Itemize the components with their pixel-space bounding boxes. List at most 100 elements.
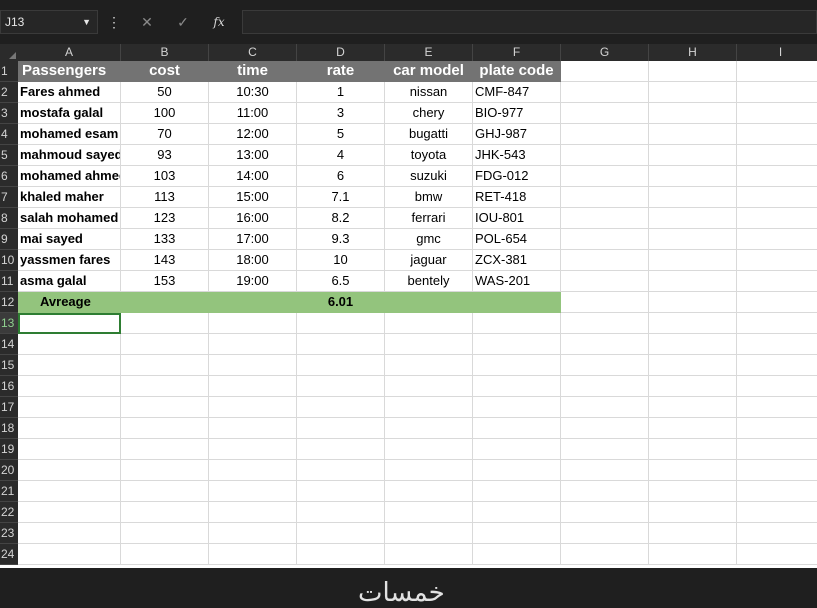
select-all-button[interactable] — [0, 44, 18, 61]
cell-a21[interactable] — [18, 481, 121, 502]
cell-f21[interactable] — [473, 481, 561, 502]
cell-i12[interactable] — [737, 292, 817, 313]
cell-d20[interactable] — [297, 460, 385, 481]
cell-g16[interactable] — [561, 376, 649, 397]
cell-d10[interactable]: 10 — [297, 250, 385, 271]
cell-i7[interactable] — [737, 187, 817, 208]
cell-h24[interactable] — [649, 544, 737, 565]
cell-d5[interactable]: 4 — [297, 145, 385, 166]
cell-e21[interactable] — [385, 481, 473, 502]
cell-e14[interactable] — [385, 334, 473, 355]
cell-h21[interactable] — [649, 481, 737, 502]
cell-b14[interactable] — [121, 334, 209, 355]
cell-i20[interactable] — [737, 460, 817, 481]
row-header-5[interactable]: 5 — [0, 145, 18, 166]
cell-f10[interactable]: ZCX-381 — [473, 250, 561, 271]
cell-h22[interactable] — [649, 502, 737, 523]
cell-e16[interactable] — [385, 376, 473, 397]
cell-a4[interactable]: mohamed esam — [18, 124, 121, 145]
cell-h6[interactable] — [649, 166, 737, 187]
cell-h18[interactable] — [649, 418, 737, 439]
row-header-15[interactable]: 15 — [0, 355, 18, 376]
cell-e4[interactable]: bugatti — [385, 124, 473, 145]
cell-f14[interactable] — [473, 334, 561, 355]
cell-f23[interactable] — [473, 523, 561, 544]
cell-i14[interactable] — [737, 334, 817, 355]
cell-h17[interactable] — [649, 397, 737, 418]
cell-b19[interactable] — [121, 439, 209, 460]
cell-e12[interactable] — [385, 292, 473, 313]
cell-i1[interactable] — [737, 61, 817, 82]
cell-g10[interactable] — [561, 250, 649, 271]
cell-i18[interactable] — [737, 418, 817, 439]
cell-f2[interactable]: CMF-847 — [473, 82, 561, 103]
header-cell-a1[interactable]: Passengers — [18, 61, 121, 82]
cell-a20[interactable] — [18, 460, 121, 481]
cell-i22[interactable] — [737, 502, 817, 523]
row-header-24[interactable]: 24 — [0, 544, 18, 565]
cell-a11[interactable]: asma galal — [18, 271, 121, 292]
average-value-cell[interactable]: 6.01 — [297, 292, 385, 313]
cell-f18[interactable] — [473, 418, 561, 439]
cell-f19[interactable] — [473, 439, 561, 460]
cell-f13[interactable] — [473, 313, 561, 334]
cell-e19[interactable] — [385, 439, 473, 460]
cell-e3[interactable]: chery — [385, 103, 473, 124]
cell-b13[interactable] — [121, 313, 209, 334]
cell-h4[interactable] — [649, 124, 737, 145]
cell-d11[interactable]: 6.5 — [297, 271, 385, 292]
cell-c4[interactable]: 12:00 — [209, 124, 297, 145]
row-header-4[interactable]: 4 — [0, 124, 18, 145]
cell-g20[interactable] — [561, 460, 649, 481]
cell-a17[interactable] — [18, 397, 121, 418]
header-cell-c1[interactable]: time — [209, 61, 297, 82]
cell-g7[interactable] — [561, 187, 649, 208]
cell-e17[interactable] — [385, 397, 473, 418]
cell-i19[interactable] — [737, 439, 817, 460]
cell-g1[interactable] — [561, 61, 649, 82]
cancel-icon[interactable]: ✕ — [137, 12, 157, 32]
name-box[interactable]: J13 ▼ — [0, 10, 98, 34]
cell-b6[interactable]: 103 — [121, 166, 209, 187]
column-header-i[interactable]: I — [737, 44, 817, 61]
cell-c10[interactable]: 18:00 — [209, 250, 297, 271]
row-header-13[interactable]: 13 — [0, 313, 18, 334]
cell-e2[interactable]: nissan — [385, 82, 473, 103]
cell-e7[interactable]: bmw — [385, 187, 473, 208]
cell-b3[interactable]: 100 — [121, 103, 209, 124]
cell-c16[interactable] — [209, 376, 297, 397]
cell-g13[interactable] — [561, 313, 649, 334]
cell-h20[interactable] — [649, 460, 737, 481]
header-cell-d1[interactable]: rate — [297, 61, 385, 82]
cell-h23[interactable] — [649, 523, 737, 544]
enter-icon[interactable]: ✓ — [173, 12, 193, 32]
cell-h19[interactable] — [649, 439, 737, 460]
column-header-e[interactable]: E — [385, 44, 473, 61]
cell-b23[interactable] — [121, 523, 209, 544]
cell-h9[interactable] — [649, 229, 737, 250]
cell-b5[interactable]: 93 — [121, 145, 209, 166]
cell-b2[interactable]: 50 — [121, 82, 209, 103]
cell-i10[interactable] — [737, 250, 817, 271]
cell-a19[interactable] — [18, 439, 121, 460]
cell-i3[interactable] — [737, 103, 817, 124]
cell-c22[interactable] — [209, 502, 297, 523]
cell-i4[interactable] — [737, 124, 817, 145]
column-header-f[interactable]: F — [473, 44, 561, 61]
row-header-7[interactable]: 7 — [0, 187, 18, 208]
cell-c14[interactable] — [209, 334, 297, 355]
cell-i24[interactable] — [737, 544, 817, 565]
cell-a10[interactable]: yassmen fares — [18, 250, 121, 271]
row-header-2[interactable]: 2 — [0, 82, 18, 103]
cell-e18[interactable] — [385, 418, 473, 439]
cell-d14[interactable] — [297, 334, 385, 355]
cell-f22[interactable] — [473, 502, 561, 523]
cell-g19[interactable] — [561, 439, 649, 460]
cell-c11[interactable]: 19:00 — [209, 271, 297, 292]
cell-i17[interactable] — [737, 397, 817, 418]
cell-f20[interactable] — [473, 460, 561, 481]
cell-c23[interactable] — [209, 523, 297, 544]
cell-i2[interactable] — [737, 82, 817, 103]
row-header-16[interactable]: 16 — [0, 376, 18, 397]
cell-h15[interactable] — [649, 355, 737, 376]
